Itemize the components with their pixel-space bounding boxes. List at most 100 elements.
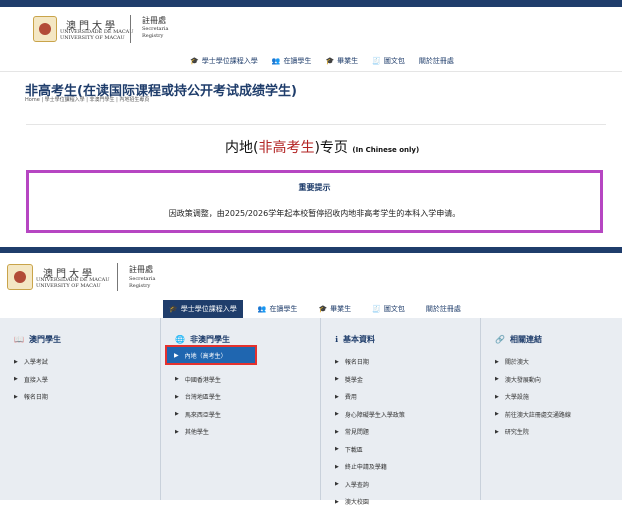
menu-item[interactable]: ▶ 入學查詢 [335, 476, 405, 494]
menu-item-label: 終止申請及學籍 [344, 464, 387, 472]
registry-name-zh: 註冊處 [129, 265, 153, 274]
menu-column-related-links: 🔗 相關連結 ▶ 關於澳大 ▶ 澳大發展動向 ▶ 大學設施 ▶ 前往澳大註冊處交通路線 … [480, 318, 622, 500]
university-logo-icon[interactable] [7, 264, 33, 290]
menu-item[interactable]: ▶ 常見問題 [335, 423, 405, 441]
menu-item-label: 馬來西亞學生 [184, 411, 221, 419]
menu-item[interactable]: ▶ 下載區 [335, 441, 405, 459]
chevron-right-icon: ▶ [495, 428, 499, 435]
chevron-right-icon: ▶ [14, 376, 18, 383]
bag-icon: 🧾 [372, 57, 381, 65]
divider [26, 124, 606, 125]
menu-item[interactable]: ▶ 其他學生 [175, 423, 221, 441]
breadcrumb[interactable]: Home | 學士學位課程入學 | 非澳門學生 | 內地招生專頁 [25, 96, 149, 103]
heading-prefix: 内地( [225, 140, 259, 156]
menu-item-label: 常見問題 [344, 429, 369, 437]
menu-item-mainland-gaokao-selected[interactable]: ▶ 內地（高考生） [165, 345, 257, 365]
nav-about-registry[interactable]: 關於註冊處 [419, 55, 454, 67]
menu-item[interactable]: ▶ 澳大校園 [335, 493, 405, 511]
main-nav: 🎓 學士學位課程入學 👥 在讀學生 🎓 畢業生 🧾 圖文包 關於註冊處 [163, 300, 467, 318]
people-icon: 👥 [257, 305, 267, 313]
university-logo-icon[interactable] [33, 16, 57, 42]
chevron-right-icon: ▶ [335, 411, 339, 418]
chevron-right-icon: ▶ [175, 411, 179, 418]
bag-icon: 🧾 [372, 305, 381, 313]
menu-item-label: 澳大發展動向 [504, 376, 541, 384]
chevron-right-icon: ▶ [175, 428, 179, 435]
header-separator [117, 263, 118, 291]
column-header[interactable]: ℹ 基本資料 [335, 334, 375, 345]
important-notice: 重要提示 因政策调整，由2025/2026学年起本校暂停招收内地非高考学生的本科… [26, 170, 603, 233]
grad-cap-icon: 🎓 [325, 57, 335, 65]
nav-label: 畢業生 [330, 305, 352, 313]
menu-item[interactable]: ▶ 報名日期 [14, 388, 48, 406]
nav-about-registry[interactable]: 關於註冊處 [420, 300, 467, 318]
nav-undergraduate-admission[interactable]: 🎓 學士學位課程入學 [190, 55, 258, 67]
menu-item-label: 中國香港學生 [184, 376, 221, 384]
chevron-right-icon: ▶ [175, 393, 179, 400]
chevron-right-icon: ▶ [335, 446, 339, 453]
page-heading: 内地(非高考生)专页 (In Chinese only) [225, 137, 419, 157]
notice-body: 因政策调整，由2025/2026学年起本校暂停招收内地非高考学生的本科入学申请。 [168, 209, 461, 218]
heading-note: (In Chinese only) [352, 146, 420, 154]
nav-label: 圖文包 [383, 305, 405, 313]
chevron-right-icon: ▶ [335, 428, 339, 435]
chevron-right-icon: ▶ [335, 463, 339, 470]
chevron-right-icon: ▶ [495, 376, 499, 383]
heading-suffix: )专页 [314, 140, 353, 156]
column-title: 基本資料 [343, 335, 376, 344]
column-header[interactable]: 🌐 非澳門學生 [175, 334, 230, 345]
chevron-right-icon: ▶ [335, 393, 339, 400]
menu-item[interactable]: ▶ 中國香港學生 [175, 371, 221, 389]
nav-current-students[interactable]: 👥 在讀學生 [252, 300, 304, 318]
chevron-right-icon: ▶ [335, 481, 339, 488]
nav-label: 學士學位課程入學 [180, 305, 237, 313]
registry-name-en: Secretaria Registry [129, 276, 156, 289]
menu-item[interactable]: ▶ 台灣地區學生 [175, 388, 221, 406]
menu-item[interactable]: ▶ 費用 [335, 388, 405, 406]
top-bar [0, 0, 622, 7]
menu-item-label: 其他學生 [184, 429, 209, 437]
graduation-icon: 🎓 [190, 57, 199, 65]
chevron-right-icon: ▶ [14, 358, 18, 365]
info-icon: ℹ [335, 335, 339, 344]
menu-item[interactable]: ▶ 直接入學 [14, 371, 48, 389]
globe-icon: 🌐 [175, 335, 185, 344]
nav-brochure[interactable]: 🧾 圖文包 [366, 300, 411, 318]
university-name-en: UNIVERSIDADE DE MACAU UNIVERSITY OF MACA… [60, 29, 134, 41]
nav-graduates[interactable]: 🎓 畢業生 [312, 300, 357, 318]
menu-item[interactable]: ▶ 澳大發展動向 [495, 371, 571, 389]
menu-item[interactable]: ▶ 研究生院 [495, 423, 571, 441]
menu-item[interactable]: ▶ 終止申請及學籍 [335, 458, 405, 476]
column-title: 非澳門學生 [189, 335, 230, 344]
header-separator [130, 15, 131, 43]
mega-menu: 📖 澳門學生 ▶ 入學考試 ▶ 直接入學 ▶ 報名日期 🌐 非澳門學生 ▶ 中國香港學生… [0, 318, 622, 506]
book-icon: 📖 [14, 335, 24, 344]
column-header[interactable]: 🔗 相關連結 [495, 334, 542, 345]
heading-red: 非高考生 [258, 140, 315, 156]
nav-label: 在讀學生 [283, 57, 312, 65]
people-icon: 👥 [271, 57, 281, 65]
menu-item[interactable]: ▶ 身心障礙學生入學政策 [335, 406, 405, 424]
nav-undergraduate-admission[interactable]: 🎓 學士學位課程入學 [163, 300, 243, 318]
menu-item-label: 內地（高考生） [184, 352, 227, 360]
menu-item[interactable]: ▶ 關於澳大 [495, 353, 571, 371]
menu-item[interactable]: ▶ 報名日期 [335, 353, 405, 371]
registry-name-en: Secretaria Registry [142, 26, 169, 39]
menu-item[interactable]: ▶ 馬來西亞學生 [175, 406, 221, 424]
menu-item-label: 報名日期 [23, 394, 48, 402]
menu-item-label: 研究生院 [504, 429, 529, 437]
link-icon: 🔗 [495, 335, 505, 344]
nav-brochure[interactable]: 🧾 圖文包 [372, 55, 405, 67]
menu-item[interactable]: ▶ 前往澳大註冊處交通路線 [495, 406, 571, 424]
menu-item[interactable]: ▶ 大學設施 [495, 388, 571, 406]
nav-label: 學士學位課程入學 [201, 57, 258, 65]
nav-current-students[interactable]: 👥 在讀學生 [272, 55, 312, 67]
chevron-right-icon: ▶ [495, 393, 499, 400]
menu-item[interactable]: ▶ 入學考試 [14, 353, 48, 371]
menu-item-label: 關於澳大 [504, 359, 529, 367]
menu-item-label: 前往澳大註冊處交通路線 [504, 411, 571, 419]
menu-item[interactable]: ▶ 獎學金 [335, 371, 405, 389]
column-header[interactable]: 📖 澳門學生 [14, 334, 61, 345]
nav-graduates[interactable]: 🎓 畢業生 [325, 55, 358, 67]
menu-item-label: 獎學金 [344, 376, 363, 384]
